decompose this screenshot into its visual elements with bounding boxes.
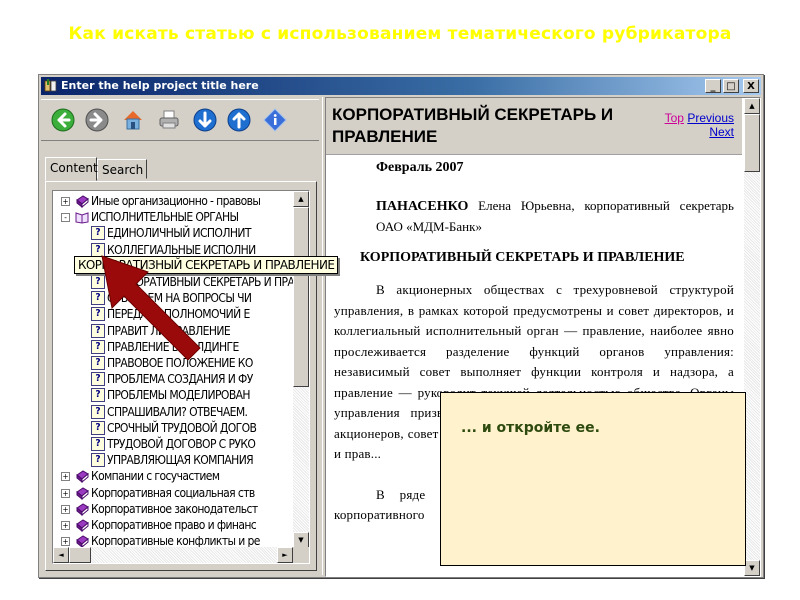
info-button[interactable] [263,108,287,132]
next-link[interactable]: Next [709,125,734,139]
tree-item-label: ТРУДОВОЙ ДОГОВОР С РУКО [107,437,256,451]
topic-header: КОРПОРАТИВНЫЙ СЕКРЕТАРЬ И ПРАВЛЕНИЕ Top … [326,98,742,155]
next-topic-button[interactable] [193,108,217,132]
author-name: ПАНАСЕНКО [376,199,469,214]
toolbar [41,99,319,141]
topic-title: КОРПОРАТИВНЫЙ СЕКРЕТАРЬ И ПРАВЛЕНИЕ [332,105,614,146]
article-heading: КОРПОРАТИВНЫЙ СЕКРЕТАРЬ И ПРАВЛЕНИЕ [360,250,685,265]
tree-item-label: УПРАВЛЯЮЩАЯ КОМПАНИЯ [107,453,254,468]
closed-book-icon [76,195,89,208]
tree-item-label: ЕДИНОЛИЧНЫЙ ИСПОЛНИТ [107,226,251,241]
window-titlebar[interactable]: Enter the help project title here _ □ X [41,77,761,95]
previous-topic-button[interactable] [227,108,251,132]
closed-book-icon [76,487,89,500]
closed-book-icon [76,503,89,516]
article-date: Февраль 2007 [376,160,464,175]
collapse-icon[interactable]: - [61,213,70,223]
tree-item-label: СПРАШИВАЛИ? ОТВЕЧАЕМ. [107,404,248,419]
scroll-corner [293,547,309,563]
help-topic-icon: ? [91,404,105,419]
tree-item-label: Компании с госучастием [91,469,220,484]
tree-item-label: Корпоративное законодательст [91,501,258,516]
scroll-thumb[interactable] [293,207,309,387]
article-author: ПАНАСЕНКО Елена Юрьевна, корпоративный с… [376,196,734,237]
window-title: Enter the help project title here [61,79,259,92]
expand-icon[interactable]: + [61,504,70,514]
scroll-up-button[interactable]: ▲ [293,191,309,207]
tree-item-label: Корпоративные конфликты и ре [91,534,260,548]
expand-icon[interactable]: + [61,472,70,482]
closed-book-icon [76,535,89,548]
topic-vertical-scrollbar[interactable]: ▲ ▼ [744,98,760,576]
callout-text: ... и откройте ее. [461,420,600,436]
tab-content[interactable]: Content [45,157,98,181]
expand-icon[interactable]: + [61,488,70,498]
print-button[interactable] [157,108,181,132]
forward-button[interactable] [85,108,109,132]
pointer-arrow-icon [101,255,201,360]
hscroll-thumb[interactable] [69,547,91,563]
expand-icon[interactable]: + [61,521,70,530]
help-topic-icon: ? [91,453,105,468]
closed-book-icon [76,470,89,484]
slide-title: Как искать статью с использованием темат… [68,24,732,44]
scroll-left-button[interactable]: ◄ [53,547,69,563]
tree-item-label: ПРОБЛЕМЫ МОДЕЛИРОВАН [107,388,251,403]
tree-vertical-scrollbar[interactable]: ▲ ▼ [293,191,309,548]
home-button[interactable] [121,108,145,132]
tree-item-label: СРОЧНЫЙ ТРУДОВОЙ ДОГОВ [107,420,257,435]
open-book-icon [75,212,89,224]
close-button[interactable]: X [743,79,759,93]
tree-item-label: Корпоративное право и финанс [91,518,257,532]
tree-item-label: Корпоративная социальная ств [91,485,255,500]
topic-scroll-up-button[interactable]: ▲ [744,98,760,114]
expand-icon[interactable]: + [61,537,70,547]
instruction-callout: ... и откройте ее. [440,392,746,566]
tree-item-label: Иные организационно - правовы [91,194,261,208]
tab-panel: + Иные организационно - правовы - ИСПОЛНИТЕ… [45,181,317,571]
closed-book-icon [76,519,89,532]
topic-scroll-thumb[interactable] [744,114,760,172]
help-topic-icon: ? [91,437,105,451]
topic-nav-links: Top Previous Next [665,111,734,139]
top-link[interactable]: Top [665,111,684,125]
expand-icon[interactable]: + [61,197,70,206]
help-topic-icon: ? [91,420,105,435]
tab-search[interactable]: Search [97,159,147,179]
help-topic-icon: ? [91,388,105,403]
scroll-right-button[interactable]: ► [277,547,293,563]
help-book-icon [44,79,57,92]
tree-item-label: ИСПОЛНИТЕЛЬНЫЕ ОРГАНЫ [91,210,239,225]
back-button[interactable] [51,108,75,132]
minimize-button[interactable]: _ [705,79,721,93]
scroll-down-button[interactable]: ▼ [293,532,309,548]
maximize-button[interactable]: □ [723,79,739,93]
help-topic-icon: ? [91,226,105,241]
previous-link[interactable]: Previous [687,111,734,125]
help-topic-icon: ? [91,372,105,387]
tree-horizontal-scrollbar[interactable]: ◄ ► [53,547,293,563]
tree-item-label: ПРОБЛЕМА СОЗДАНИЯ И ФУ [107,372,253,387]
contents-tree: + Иные организационно - правовы - ИСПОЛНИТЕ… [52,190,310,564]
topic-scroll-down-button[interactable]: ▼ [744,560,760,576]
